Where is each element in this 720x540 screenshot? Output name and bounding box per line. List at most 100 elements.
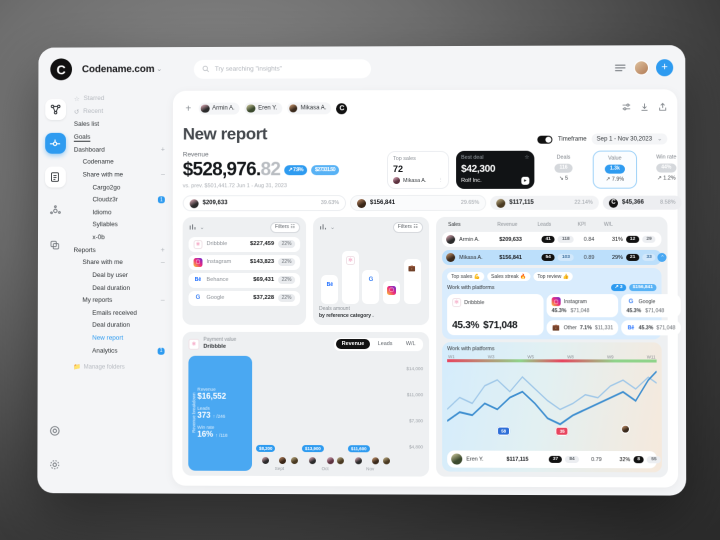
metric-segment[interactable]: C $45,366 8.58% [602,195,682,210]
bar-column[interactable] [325,453,335,465]
timeframe-toggle[interactable] [537,135,553,144]
list-item[interactable]: ⚛ Dribbble $227,459 22% [188,236,301,252]
platform-card-dribbble[interactable]: ⚛ Dribbble 45.3% $71,048 [447,294,544,336]
bar-dribbble[interactable]: ⚛ [341,251,359,304]
platform-card-other[interactable]: 💼 Other 7.1% $11,331 [546,320,619,336]
filters-button[interactable]: Filters ☷ [269,222,301,233]
payment-select[interactable]: Payment value Dribbble [203,337,236,352]
details-button[interactable]: Details [685,195,687,210]
bar-column[interactable]: $8,200 [256,444,276,464]
brand-switcher[interactable]: Codename.com ⌄ [82,64,162,75]
copy-icon[interactable] [44,234,65,255]
expand-icon[interactable]: ▸ [521,176,530,185]
bar-column[interactable] [371,453,381,465]
best-deal-card[interactable]: Best deal ☆ $42,300 Rolf Inc. ▸ [456,150,535,189]
sidebar-item-goals[interactable]: Goals [72,131,167,144]
sidebar-item-deal-by-user[interactable]: Deal by user [72,269,167,282]
marker-avatar[interactable] [620,423,630,434]
collapse-icon[interactable]: – [161,297,165,304]
sidebar-item-x0b[interactable]: x-0b [72,231,167,244]
sidebar-item-cargo2go[interactable]: Cargo2go [72,181,167,194]
download-icon[interactable] [640,98,649,116]
menu-icon[interactable] [614,61,627,74]
sidebar-group-reports[interactable]: Reports + [72,244,167,257]
tag-top-sales[interactable]: Top sales 💪 [447,272,484,282]
marker-58[interactable]: 58 [497,419,511,437]
filters-button[interactable]: Filters ☷ [392,221,424,233]
gear-icon[interactable] [44,454,65,475]
sidebar-item-deal-duration-2[interactable]: Deal duration [71,319,166,332]
metric-segment[interactable]: $156,841 29.65% [350,194,487,212]
sidebar-item-my-reports[interactable]: My reports – [71,294,166,307]
chevron-down-icon[interactable]: ⌄ [330,224,335,231]
flow-icon[interactable] [44,132,66,154]
platform-card-google[interactable]: G Google 45.3% $71,048 [621,294,681,318]
tab-wl[interactable]: W/L [400,339,422,349]
sidebar-item-deal-duration[interactable]: Deal duration [71,282,166,295]
add-button[interactable]: + [656,58,674,76]
collapse-icon[interactable]: – [161,260,165,267]
tag-sales-streak[interactable]: Sales streak 🔥 [486,272,531,282]
sidebar-item-emails-received[interactable]: Emails received [71,307,166,320]
bar-google[interactable]: G [362,270,380,304]
sidebar-item-idiomo[interactable]: Idiomo [72,206,167,219]
collaborator-chip[interactable]: Armin A. [198,102,240,115]
collapse-icon[interactable]: – [161,171,165,178]
tab-revenue[interactable]: Revenue [335,339,371,350]
search-input[interactable]: Try searching "insights" [193,58,372,79]
nodes-icon[interactable] [44,99,66,121]
sidebar-item-sales-list[interactable]: Sales list [72,118,167,131]
sidebar-item-starred[interactable]: ☆ Starred [72,92,167,105]
bars-icon[interactable] [189,224,197,232]
sidebar-group-dashboard[interactable]: Dashboard + [72,143,167,156]
info-icon[interactable]: ⋮ [438,177,443,183]
sparkle-icon[interactable] [44,200,65,221]
bar-column[interactable] [289,453,299,465]
bar-behance[interactable]: Bē [321,275,339,304]
platform-card-behance[interactable]: Bē 45.3% $71,048 [621,320,681,336]
lifebuoy-icon[interactable] [44,420,65,441]
tag-top-review[interactable]: Top review 👍 [533,272,574,282]
sidebar-item-recent[interactable]: ↺ Recent [72,105,167,118]
marker-35[interactable]: 35 [555,419,569,437]
document-icon[interactable] [44,166,66,188]
kpi-win-rate[interactable]: Win rate 44% ↗ 1.2% [644,150,686,188]
kpi-deals[interactable]: Deals 116 ↘ 5 [541,151,585,189]
bar-column[interactable] [277,453,288,465]
bar-other[interactable]: 💼 [403,259,421,304]
sidebar-item-cloudz3r[interactable]: Cloudz3r 1 [72,194,167,207]
metric-segment[interactable]: $117,115 22.14% [490,195,599,210]
bar-column[interactable] [336,453,345,465]
timeframe-select[interactable]: Sep 1 - Nov 30,2023 ⌄ [591,133,668,145]
list-item[interactable]: Bē Behance $69,431 22% [188,272,301,288]
brand-chip[interactable]: C [336,102,348,114]
star-icon[interactable]: ☆ [524,155,529,161]
collaborator-chip[interactable]: Eren Y. [244,102,283,115]
filter-icon[interactable] [622,98,631,116]
chevron-down-icon[interactable]: ⌄ [200,224,205,231]
metric-segment[interactable]: $209,633 39.63% [182,195,347,212]
list-item[interactable]: G Google $37,228 22% [188,290,301,306]
sidebar-item-share-with-me[interactable]: Share with me – [72,169,167,182]
bar-column[interactable]: $13,900 [301,444,324,465]
bar-instagram[interactable]: ▢ [383,280,401,304]
avatar[interactable] [633,59,649,75]
sidebar-item-codename[interactable]: Codename [72,156,167,169]
collapse-row-button[interactable]: ⌃ [657,252,668,262]
bar-column[interactable] [382,453,392,465]
table-row[interactable]: Armin A. $209,633 41 118 0.84 31% 12 29 [442,231,662,247]
add-collaborator-button[interactable]: + [183,103,194,114]
top-sales-card[interactable]: Top sales 72 Mikasa A. ⋮ [387,150,450,190]
share-icon[interactable] [658,98,667,116]
table-row[interactable]: Mikasa A. $156,841 54 103 0.89 29% 21 33… [442,249,668,265]
collaborator-chip[interactable]: Mikasa A. [287,102,332,115]
sidebar-item-syllables[interactable]: Syllables [72,219,167,232]
sidebar-item-reports-share[interactable]: Share with me – [72,257,167,270]
manage-folders-link[interactable]: 📁 Manage folders [71,357,166,371]
list-item[interactable]: ▢ Instagram $143,823 22% [188,254,301,270]
chevron-down-icon[interactable]: ⌄ [371,313,375,319]
table-row[interactable]: Eren Y. $117,115 37 84 0.79 32% 8 55 [447,450,661,469]
sidebar-item-new-report[interactable]: New report [71,332,166,345]
chart-icon[interactable] [319,223,327,231]
platform-card-instagram[interactable]: ▢ Instagram 45.3% $71,048 [546,294,619,318]
